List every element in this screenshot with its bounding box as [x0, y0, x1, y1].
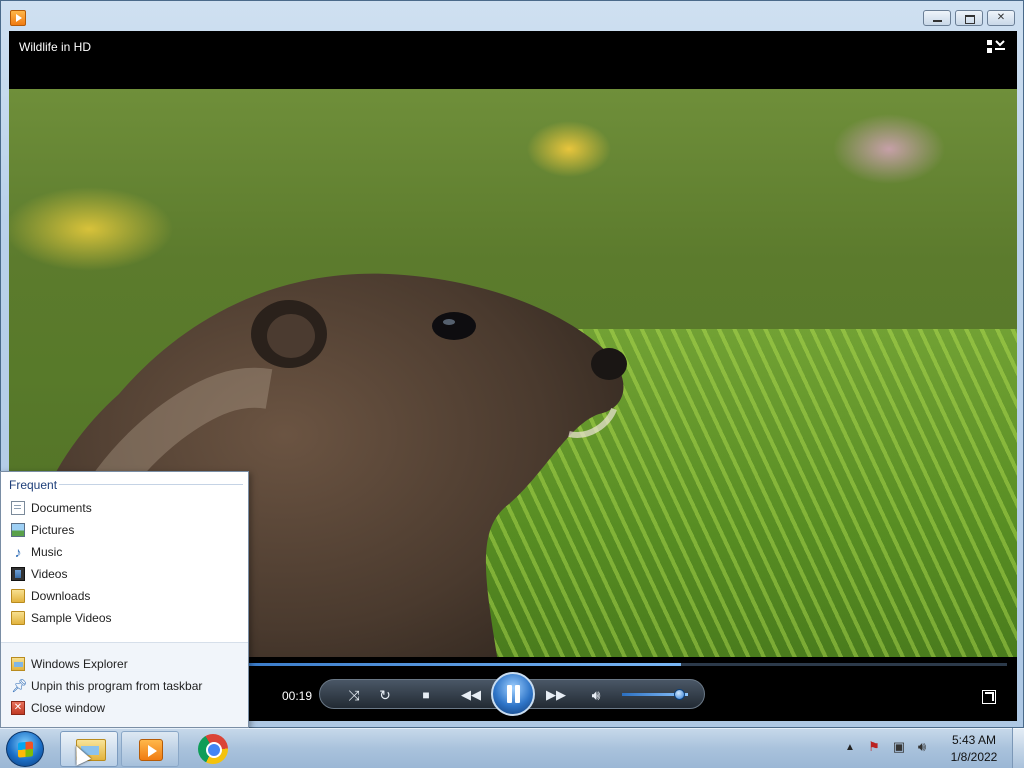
jump-list-item-downloads[interactable]: Downloads	[7, 586, 245, 606]
fullscreen-icon[interactable]	[982, 690, 996, 704]
minimize-button[interactable]	[923, 10, 951, 26]
music-icon: ♪	[14, 544, 22, 560]
jump-list-item-label: Pictures	[31, 523, 75, 537]
jump-list-item-label: Sample Videos	[31, 611, 112, 625]
volume-icon[interactable]: 🔊︎	[586, 685, 606, 705]
switch-to-library-icon[interactable]	[987, 40, 1005, 54]
jump-list-task-label: Close window	[31, 701, 106, 715]
action-center-flag-icon[interactable]: ⚑	[866, 739, 882, 755]
seek-bar-progress	[249, 663, 682, 666]
clock-date[interactable]: 1/8/2022	[944, 750, 1004, 764]
windows-logo-icon	[18, 741, 33, 758]
jump-list-item-sample-videos[interactable]: Sample Videos	[7, 608, 245, 628]
volume-slider[interactable]	[622, 689, 688, 700]
jump-list-item-label: Documents	[31, 501, 92, 515]
jump-list-item-label: Videos	[31, 567, 68, 581]
jump-list-task-label: Unpin this program from taskbar	[31, 679, 203, 693]
explorer-icon	[11, 657, 25, 671]
jump-list-task-close-window[interactable]: ✕ Close window	[7, 698, 245, 718]
speaker-icon[interactable]: 🔊︎	[914, 739, 930, 755]
clock-time[interactable]: 5:43 AM	[948, 733, 1000, 747]
pictures-icon	[11, 523, 25, 537]
folder-icon	[11, 589, 25, 603]
taskbar-jump-list: Frequent Documents Pictures ♪ Music Vide…	[0, 471, 249, 728]
close-button[interactable]	[987, 10, 1015, 26]
shuffle-icon[interactable]: ⤨	[344, 685, 364, 705]
restore-button[interactable]	[955, 10, 983, 26]
pause-button[interactable]	[491, 672, 535, 716]
taskbar-item-media-player[interactable]	[121, 731, 179, 767]
jump-list-item-pictures[interactable]: Pictures	[7, 520, 245, 540]
jump-list-item-documents[interactable]: Documents	[7, 498, 245, 518]
stop-icon[interactable]: ■	[416, 685, 436, 705]
jump-list-task-unpin[interactable]: 📌︎ Unpin this program from taskbar	[7, 676, 245, 696]
window-buttons	[923, 10, 1015, 26]
previous-icon[interactable]: ◀◀	[457, 685, 485, 705]
transport-controls: ⤨ ↻ ■ ◀◀ ▶▶ 🔊︎	[319, 672, 705, 716]
jump-list-item-label: Downloads	[31, 589, 91, 603]
show-hidden-icons-icon[interactable]: ▲	[845, 742, 855, 753]
media-player-app-icon[interactable]	[10, 10, 26, 26]
jump-list-item-videos[interactable]: Videos	[7, 564, 245, 584]
folder-icon	[11, 611, 25, 625]
videos-icon	[11, 567, 25, 581]
media-player-icon	[139, 739, 163, 761]
chrome-icon[interactable]	[198, 734, 228, 764]
jump-list-task-windows-explorer[interactable]: Windows Explorer	[7, 654, 245, 674]
unpin-icon: 📌︎	[11, 678, 28, 693]
jump-list-item-label: Music	[31, 545, 63, 559]
elapsed-time: 00:19	[282, 689, 313, 703]
next-icon[interactable]: ▶▶	[542, 685, 570, 705]
document-icon	[11, 501, 25, 515]
close-window-icon: ✕	[11, 701, 25, 715]
repeat-icon[interactable]: ↻	[375, 685, 395, 705]
jump-list-task-label: Windows Explorer	[31, 657, 128, 671]
start-button[interactable]	[6, 731, 44, 767]
volume-slider-knob[interactable]	[674, 689, 686, 700]
video-title: Wildlife in HD	[19, 40, 92, 54]
network-icon[interactable]: ▣	[891, 739, 907, 755]
jump-list-section-title: Frequent	[9, 478, 58, 492]
section-divider	[59, 484, 243, 485]
show-desktop-button[interactable]	[1012, 728, 1024, 768]
jump-list-item-music[interactable]: ♪ Music	[7, 542, 245, 562]
seek-bar[interactable]	[249, 663, 1007, 666]
title-bar[interactable]	[1, 1, 1023, 31]
